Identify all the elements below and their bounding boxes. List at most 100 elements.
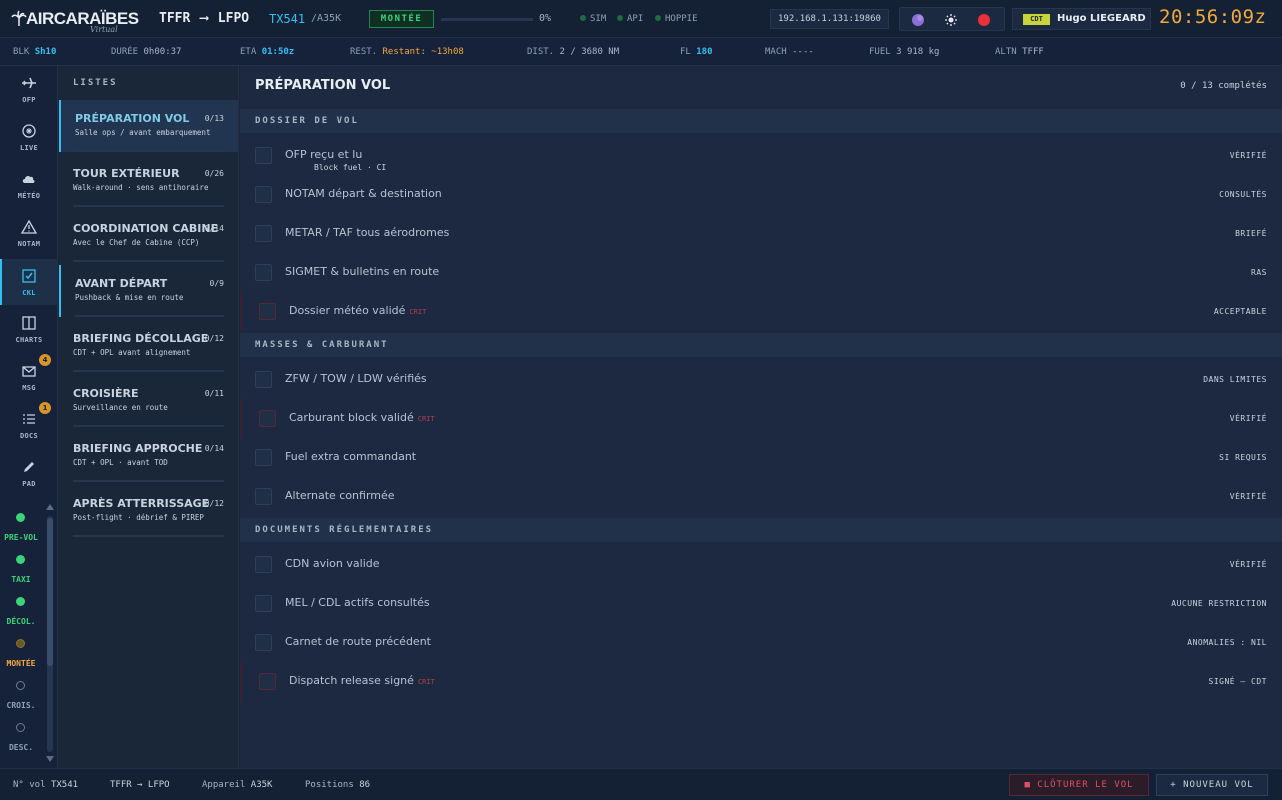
- nav-ofp[interactable]: OFP: [0, 66, 58, 112]
- item-label: Fuel extra commandant: [285, 450, 417, 463]
- item-label: Dispatch release signé CRIT: [289, 674, 435, 687]
- list-underline: [73, 205, 224, 207]
- checklist-checkbox[interactable]: [259, 303, 276, 320]
- flight-number: TX541: [269, 12, 306, 26]
- checklist-checkbox[interactable]: [255, 186, 272, 203]
- phase-5: DESC.: [0, 723, 42, 765]
- phase-dot-icon: [16, 639, 25, 648]
- checklist-lists-panel: LISTES PRÉPARATION VOL 0/13 Salle ops / av…: [59, 66, 239, 768]
- nav-docs[interactable]: 1 DOCS: [0, 402, 58, 448]
- checklist-checkbox[interactable]: [255, 225, 272, 242]
- item-label: MEL / CDL actifs consultés: [285, 596, 430, 609]
- checklist-checkbox[interactable]: [255, 488, 272, 505]
- info-fl: FL 180: [680, 47, 713, 57]
- list-underline: [73, 425, 224, 427]
- nav-charts[interactable]: CHARTS: [0, 306, 58, 352]
- phase-dot-icon: [16, 513, 25, 522]
- checklist-list-item[interactable]: CROISIÈRE 0/11 Surveillance en route: [59, 375, 238, 427]
- checklist-list-item[interactable]: TOUR EXTÉRIEUR 0/26 Walk-around · sens ant…: [59, 155, 238, 207]
- checklist-row[interactable]: Alternate confirmée VÉRIFIÉ: [240, 477, 1282, 516]
- checklist-list-item[interactable]: APRÈS ATTERRISSAGE 0/12 Post-flight · débr…: [59, 485, 238, 537]
- item-label: Carnet de route précédent: [285, 635, 431, 648]
- checklist-list-item[interactable]: AVANT DÉPART 0/9 Pushback & mise en route: [59, 265, 238, 317]
- checklist-row[interactable]: METAR / TAF tous aérodromes BRIEFÉ: [240, 214, 1282, 253]
- phase-0: PRE-VOL: [0, 513, 42, 555]
- checklist-checkbox[interactable]: [255, 147, 272, 164]
- checklist-row[interactable]: NOTAM départ & destination CONSULTÉS: [240, 175, 1282, 214]
- list-title: AVANT DÉPART: [75, 277, 168, 290]
- item-status: AUCUNE RESTRICTION: [1171, 599, 1267, 608]
- map-icon: [22, 316, 36, 330]
- moon-theme-icon[interactable]: [910, 12, 926, 28]
- logo-text: AIRCARAÏBES: [26, 9, 139, 28]
- plane-icon: [22, 77, 36, 89]
- list-title: CROISIÈRE: [73, 387, 139, 400]
- checklist-row[interactable]: Carnet de route précédent ANOMALIES : NIL: [240, 623, 1282, 662]
- checklist-row[interactable]: Dossier météo validé CRIT ACCEPTABLE: [240, 292, 1282, 331]
- checklist-list-item[interactable]: BRIEFING APPROCHE 0/14 CDT + OPL · avant T…: [59, 430, 238, 482]
- phase-dot-icon: [16, 555, 25, 564]
- info-dist: DIST. 2 / 3680 NM: [527, 47, 620, 57]
- nav-live[interactable]: LIVE: [0, 114, 58, 160]
- brightness-icon[interactable]: [943, 12, 959, 28]
- list-title: BRIEFING DÉCOLLAGE: [73, 332, 209, 345]
- user-card[interactable]: CDT Hugo LIEGEARD: [1012, 8, 1151, 30]
- checklist-row[interactable]: SIGMET & bulletins en route RAS: [240, 253, 1282, 292]
- new-flight-button[interactable]: + NOUVEAU VOL: [1156, 774, 1268, 796]
- checklist-checkbox[interactable]: [255, 371, 272, 388]
- airline-logo: AIRCARAÏBES Virtual: [8, 6, 139, 34]
- record-icon[interactable]: [976, 12, 992, 28]
- close-flight-button[interactable]: ■ CLÔTURER LE VOL: [1009, 774, 1149, 796]
- scroll-thumb[interactable]: [47, 518, 53, 666]
- list-title: COORDINATION CABINE: [73, 222, 219, 235]
- checklist-list-item[interactable]: BRIEFING DÉCOLLAGE 0/12 CDT + OPL avant al…: [59, 320, 238, 372]
- checklist-checkbox[interactable]: [255, 556, 272, 573]
- list-count: 0/14: [204, 224, 224, 233]
- checklist-checkbox[interactable]: [255, 634, 272, 651]
- checklist-checkbox[interactable]: [255, 595, 272, 612]
- nav-msg[interactable]: 4 MSG: [0, 354, 58, 400]
- list-count: 0/12: [204, 334, 224, 343]
- checklist-title: PRÉPARATION VOL: [255, 78, 391, 93]
- origin-code: TFFR: [159, 11, 191, 26]
- item-label: Carburant block validé CRIT: [289, 411, 435, 424]
- scroll-down-arrow-icon[interactable]: [46, 756, 54, 762]
- item-label: ZFW / TOW / LDW vérifiés: [285, 372, 427, 385]
- checklist-row[interactable]: ZFW / TOW / LDW vérifiés DANS LIMITES: [240, 360, 1282, 399]
- checklist-row[interactable]: MEL / CDL actifs consultés AUCUNE RESTRIC…: [240, 584, 1282, 623]
- status-dot-icon: [580, 15, 586, 21]
- ip-address[interactable]: 192.168.1.131:19860: [770, 9, 889, 29]
- checklist-checkbox[interactable]: [259, 673, 276, 690]
- radar-icon: [22, 124, 36, 138]
- checklist-list-item[interactable]: PRÉPARATION VOL 0/13 Salle ops / avant emb…: [59, 100, 238, 152]
- list-subtitle: Avec le Chef de Cabine (CCP): [73, 238, 200, 247]
- list-title: TOUR EXTÉRIEUR: [73, 167, 180, 180]
- checklist-checkbox[interactable]: [255, 449, 272, 466]
- checklist-row[interactable]: Dispatch release signé CRIT SIGNÉ — CDT: [240, 662, 1282, 701]
- nav-pad[interactable]: PAD: [0, 450, 58, 496]
- checklist-row[interactable]: CDN avion valide VÉRIFIÉ: [240, 545, 1282, 584]
- conn-sim: SIM: [580, 14, 606, 24]
- checklist-row[interactable]: OFP reçu et lu Block fuel · CI VÉRIFIÉ: [240, 136, 1282, 175]
- list-subtitle: Surveillance en route: [73, 403, 168, 412]
- checklist-row[interactable]: Fuel extra commandant SI REQUIS: [240, 438, 1282, 477]
- section-header: DOSSIER DE VOL: [240, 109, 1282, 133]
- checklist-checkbox[interactable]: [259, 410, 276, 427]
- nav-notam[interactable]: NOTAM: [0, 210, 58, 256]
- footer-positions: Positions 86: [305, 780, 371, 790]
- checklist-row[interactable]: Carburant block validé CRIT VÉRIFIÉ: [240, 399, 1282, 438]
- list-underline: [75, 315, 224, 317]
- nav-meteo[interactable]: MÉTÉO: [0, 162, 58, 208]
- rail-scrollbar[interactable]: [46, 504, 54, 764]
- info-eta: ETA 01:50z: [240, 47, 295, 57]
- checkbox-icon: [22, 269, 36, 283]
- section-header: MASSES & CARBURANT: [240, 333, 1282, 357]
- flight-progress-bar: [441, 18, 533, 21]
- nav-ckl[interactable]: CKL: [0, 259, 58, 305]
- checklist-checkbox[interactable]: [255, 264, 272, 281]
- item-label: Alternate confirmée: [285, 489, 395, 502]
- checklist-list-item[interactable]: COORDINATION CABINE 0/14 Avec le Chef de C…: [59, 210, 238, 262]
- footer-aircraft: Appareil A35K: [202, 780, 273, 790]
- list-count: 0/26: [204, 169, 224, 178]
- scroll-up-arrow-icon[interactable]: [46, 504, 54, 510]
